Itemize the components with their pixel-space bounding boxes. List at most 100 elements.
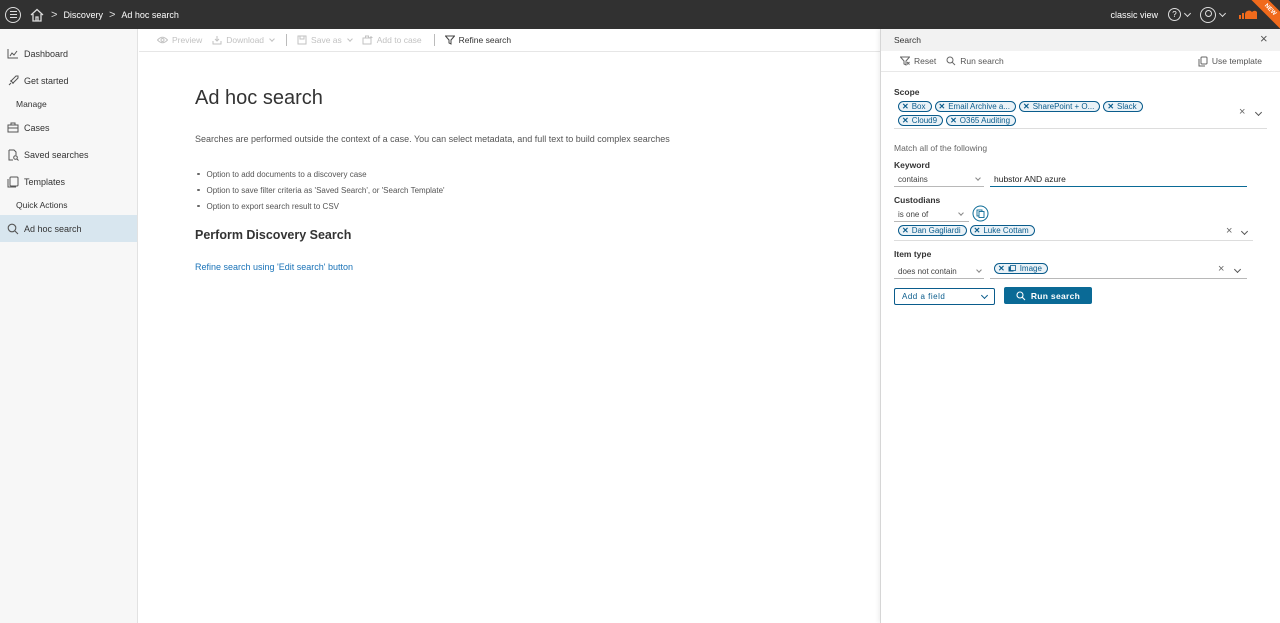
remove-icon[interactable]: ✕ bbox=[1023, 102, 1030, 111]
add-to-case-button[interactable]: Add to case bbox=[362, 35, 422, 45]
chip-label: Box bbox=[911, 102, 926, 111]
search-panel-header: Search × bbox=[881, 29, 1280, 51]
chevron-down-icon[interactable] bbox=[1218, 9, 1227, 17]
sidebar-item-cases[interactable]: Cases bbox=[0, 114, 137, 141]
chip-label: SharePoint + O... bbox=[1032, 102, 1095, 111]
sidebar-item-dashboard[interactable]: Dashboard bbox=[0, 40, 137, 67]
sidebar-item-saved-searches[interactable]: Saved searches bbox=[0, 141, 137, 168]
clear-custodians-icon[interactable]: × bbox=[1226, 225, 1232, 237]
remove-icon[interactable]: ✕ bbox=[974, 226, 981, 235]
chevron-down-icon bbox=[976, 266, 982, 273]
sidebar-item-get-started[interactable]: Get started bbox=[0, 67, 137, 94]
sidebar-item-label: Dashboard bbox=[24, 48, 69, 59]
run-search-button[interactable]: Run search bbox=[1004, 287, 1092, 304]
breadcrumb-current: Ad hoc search bbox=[121, 9, 179, 20]
item-type-chip[interactable]: ✕ Image bbox=[994, 263, 1048, 274]
intro-text: Searches are performed outside the conte… bbox=[195, 134, 670, 144]
custodians-chevron-down-icon[interactable] bbox=[1240, 227, 1249, 236]
chip-label: Dan Gagliardi bbox=[911, 226, 961, 235]
preview-button[interactable]: Preview bbox=[157, 35, 202, 45]
saved-search-icon bbox=[7, 149, 19, 161]
custodians-label: Custodians bbox=[894, 195, 941, 205]
chip-label: Email Archive a... bbox=[948, 102, 1011, 111]
menu-icon[interactable] bbox=[5, 6, 21, 23]
item-type-chevron-down-icon[interactable] bbox=[1233, 265, 1242, 274]
remove-icon[interactable]: ✕ bbox=[1107, 102, 1114, 111]
remove-icon[interactable]: ✕ bbox=[998, 264, 1005, 273]
search-icon bbox=[1016, 290, 1026, 300]
search-panel-tools: Reset Run search Use template bbox=[881, 51, 1280, 72]
keyword-input[interactable]: hubstor AND azure bbox=[994, 174, 1066, 184]
clear-item-type-icon[interactable]: × bbox=[1218, 263, 1224, 275]
feature-list: Option to add documents to a discovery c… bbox=[197, 166, 445, 214]
custodians-underline bbox=[894, 240, 1253, 241]
toolbar-divider bbox=[433, 34, 435, 46]
download-button[interactable]: Download bbox=[212, 35, 275, 45]
chevron-down-icon[interactable] bbox=[1183, 9, 1192, 17]
rocket-icon bbox=[7, 75, 19, 87]
run-search-tool-button[interactable]: Run search bbox=[946, 56, 1004, 66]
save-as-button[interactable]: Save as bbox=[297, 35, 353, 45]
refine-search-label: Refine search bbox=[458, 35, 512, 45]
item-type-operator-select[interactable]: does not contain bbox=[898, 265, 982, 277]
search-panel: Search × Reset Run search Use template S… bbox=[880, 29, 1280, 623]
close-icon[interactable]: × bbox=[1260, 32, 1270, 45]
sidebar-item-label: Cases bbox=[24, 122, 50, 133]
chevron-down-icon bbox=[346, 35, 353, 42]
custodian-chip[interactable]: ✕ Dan Gagliardi bbox=[898, 225, 967, 236]
save-icon bbox=[297, 35, 307, 45]
keyword-operator-select[interactable]: contains bbox=[898, 173, 981, 185]
list-item: Option to add documents to a discovery c… bbox=[197, 166, 445, 182]
sidebar-item-ad-hoc-search[interactable]: Ad hoc search bbox=[0, 215, 137, 242]
clear-scope-icon[interactable]: × bbox=[1239, 106, 1245, 118]
refine-search-button[interactable]: Refine search bbox=[444, 35, 512, 45]
help-icon[interactable]: ? bbox=[1168, 8, 1181, 21]
use-template-label: Use template bbox=[1211, 56, 1262, 66]
sidebar-item-templates[interactable]: Templates bbox=[0, 168, 137, 195]
run-search-tool-label: Run search bbox=[960, 56, 1004, 66]
classic-view-link[interactable]: classic view bbox=[1110, 10, 1158, 20]
add-to-case-label: Add to case bbox=[376, 35, 422, 45]
chip-label: O365 Auditing bbox=[959, 116, 1011, 125]
remove-icon[interactable]: ✕ bbox=[939, 102, 946, 111]
chip-label: Slack bbox=[1117, 102, 1137, 111]
breadcrumb-discovery[interactable]: Discovery bbox=[63, 10, 103, 20]
scope-chip[interactable]: ✕ Email Archive a... bbox=[934, 101, 1017, 112]
scope-chip[interactable]: ✕ Slack bbox=[1103, 101, 1143, 112]
remove-icon[interactable]: ✕ bbox=[902, 226, 909, 235]
use-template-button[interactable]: Use template bbox=[1198, 56, 1262, 67]
chip-label: Luke Cottam bbox=[983, 226, 1029, 235]
breadcrumb-separator: > bbox=[108, 8, 116, 21]
remove-icon[interactable]: ✕ bbox=[902, 102, 909, 111]
section-title: Perform Discovery Search bbox=[195, 228, 352, 242]
search-icon bbox=[7, 223, 19, 235]
reset-button[interactable]: Reset bbox=[900, 56, 936, 66]
remove-icon[interactable]: ✕ bbox=[902, 116, 909, 125]
remove-icon[interactable]: ✕ bbox=[950, 116, 957, 125]
underline bbox=[894, 221, 969, 222]
add-field-select[interactable]: Add a field bbox=[894, 288, 995, 305]
briefcase-add-icon bbox=[362, 35, 373, 45]
scope-chip[interactable]: ✕ SharePoint + O... bbox=[1019, 101, 1101, 112]
user-icon[interactable] bbox=[1200, 6, 1216, 23]
scope-chip[interactable]: ✕ Box bbox=[898, 101, 932, 112]
download-label: Download bbox=[226, 35, 265, 45]
download-icon bbox=[212, 36, 222, 45]
sidebar: Dashboard Get started Manage Cases Saved… bbox=[0, 29, 138, 623]
preview-label: Preview bbox=[172, 35, 203, 45]
custodian-picker-icon[interactable] bbox=[972, 205, 989, 222]
scope-chevron-down-icon[interactable] bbox=[1254, 108, 1263, 117]
sidebar-item-label: Templates bbox=[24, 176, 66, 187]
refine-search-link[interactable]: Refine search using 'Edit search' button bbox=[195, 262, 353, 272]
list-item: Option to save filter criteria as 'Saved… bbox=[197, 182, 445, 198]
custodian-chip[interactable]: ✕ Luke Cottam bbox=[969, 225, 1035, 236]
add-field-label: Add a field bbox=[902, 292, 946, 301]
home-icon[interactable] bbox=[29, 7, 45, 23]
scope-chip[interactable]: ✕ Cloud9 bbox=[898, 115, 944, 126]
image-icon bbox=[1008, 264, 1016, 271]
panel-title: Search bbox=[894, 35, 921, 45]
custodians-operator-select[interactable]: is one of bbox=[898, 208, 964, 220]
scope-chip[interactable]: ✕ O365 Auditing bbox=[946, 115, 1017, 126]
chevron-down-icon bbox=[975, 174, 981, 181]
operator-value: contains bbox=[898, 174, 928, 184]
